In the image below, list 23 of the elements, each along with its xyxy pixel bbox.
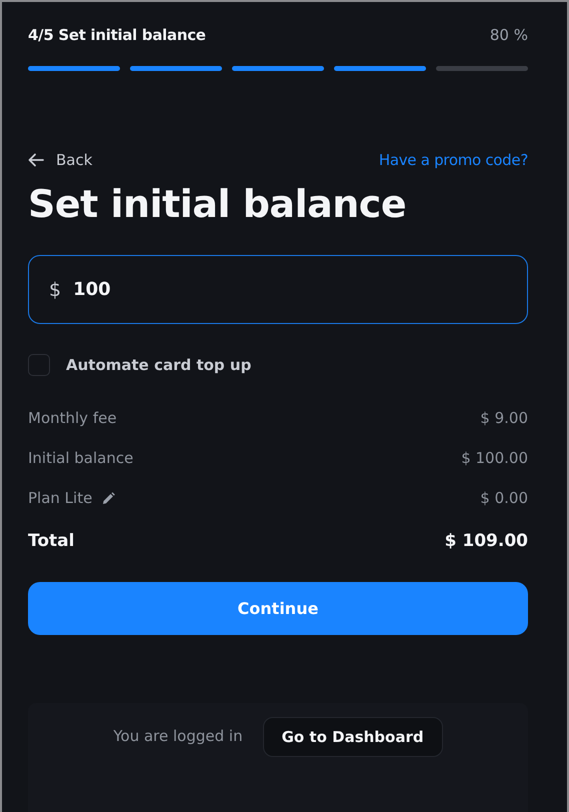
summary-value: $ 9.00	[480, 409, 528, 427]
currency-symbol: $	[49, 278, 62, 300]
checkbox-label: Automate card top up	[66, 356, 252, 374]
back-link[interactable]: Back	[28, 151, 92, 169]
summary-value: $ 100.00	[461, 449, 528, 467]
promo-code-link[interactable]: Have a promo code?	[378, 151, 528, 169]
login-status: You are logged in	[113, 727, 243, 745]
summary-label: Plan Lite	[28, 489, 92, 507]
amount-input[interactable]: 100	[73, 279, 507, 300]
summary-label: Initial balance	[28, 449, 134, 467]
arrow-left-icon	[28, 153, 44, 167]
continue-button[interactable]: Continue	[28, 582, 528, 635]
dashboard-button[interactable]: Go to Dashboard	[262, 717, 443, 757]
summary-label: Monthly fee	[28, 409, 117, 427]
pencil-icon[interactable]	[102, 492, 116, 504]
summary-label: Total	[28, 531, 74, 551]
step-label: 4/5 Set initial balance	[28, 26, 206, 44]
summary-value: $ 0.00	[480, 489, 528, 507]
page-title: Set initial balance	[28, 181, 408, 228]
summary-value: $ 109.00	[444, 531, 528, 551]
amount-field[interactable]: $ 100	[28, 255, 528, 324]
checkbox[interactable]	[28, 354, 50, 376]
progress-percent: 80 %	[490, 26, 528, 44]
